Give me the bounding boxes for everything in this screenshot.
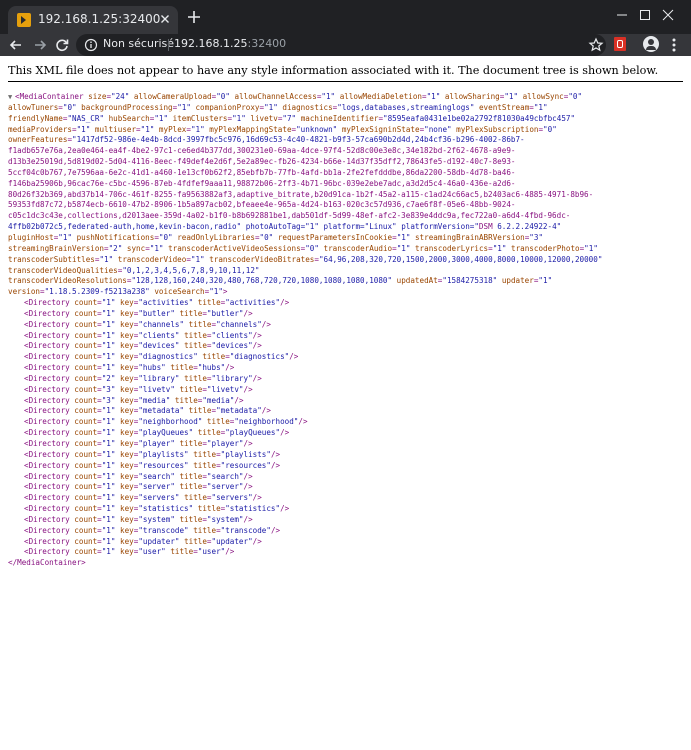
- xml-root-open-line: mediaProviders="1" multiuser="1" myPlex=…: [8, 124, 557, 134]
- forward-arrow-icon[interactable]: [32, 37, 48, 53]
- xml-directory-element: <Directory count="1" key="server" title=…: [24, 482, 253, 492]
- address-bar[interactable]: Non sécurisé 192.168.1.25:32400: [76, 34, 606, 56]
- xml-root-open-line: f1adb657e76a,2ea0e464-ea4f-4be2-97c1-ce6…: [8, 146, 516, 156]
- xml-root-open-line: ownerFeatures="1417df52-986e-4e4b-8dcd-3…: [8, 135, 525, 145]
- back-arrow-icon[interactable]: [8, 37, 24, 53]
- xml-directory-element: <Directory count="1" key="playlists" tit…: [24, 449, 281, 459]
- page-content: This XML file does not appear to have an…: [0, 56, 691, 750]
- tab-title: 192.168.1.25:32400: [38, 12, 161, 26]
- xml-root-close: </MediaContainer>: [8, 558, 86, 568]
- xml-directory-element: <Directory count="1" key="search" title=…: [24, 471, 253, 481]
- xml-directory-element: <Directory count="3" key="livetv" title=…: [24, 384, 253, 394]
- xml-root-open-line: 4ffb02b072c5,federated-auth,home,kevin-b…: [8, 222, 562, 232]
- xml-directory-element: <Directory count="1" key="updater" title…: [24, 536, 262, 546]
- xml-directory-element: <Directory count="1" key="hubs" title="h…: [24, 363, 235, 373]
- omnibox-divider: [168, 39, 169, 51]
- xml-root-open-line: ▼ <MediaContainer size="24" allowCameraUp…: [8, 92, 583, 101]
- xml-root-open-line: c05c1dc3c43e,collections,d2013aee-359d-4…: [8, 211, 571, 221]
- xml-directory-element: <Directory count="3" key="media" title="…: [24, 395, 244, 405]
- xml-directory-element: <Directory count="1" key="transcode" tit…: [24, 525, 281, 535]
- profile-avatar-icon[interactable]: [643, 36, 659, 52]
- info-icon[interactable]: [84, 38, 98, 52]
- xml-root-open-line: version="1.18.5.2309-f5213a238" voiceSea…: [8, 287, 228, 297]
- info-divider: [8, 81, 683, 82]
- browser-tab[interactable]: 192.168.1.25:32400: [8, 6, 178, 34]
- pdf-extension-icon[interactable]: [614, 37, 626, 51]
- collapse-toggle-icon[interactable]: ▼: [8, 92, 15, 101]
- xml-root-open-line: friendlyName="NAS_CR" hubSearch="1" item…: [8, 113, 576, 123]
- xml-tree: ▼ <MediaContainer size="24" allowCameraUp…: [8, 92, 602, 569]
- security-label[interactable]: Non sécurisé: [103, 37, 174, 50]
- xml-root-open-line: transcoderVideoQualities="0,1,2,3,4,5,6,…: [8, 265, 260, 275]
- xml-root-open-line: f146ba25906b,96cac76e-c5bc-4596-87eb-4fd…: [8, 178, 516, 188]
- xml-directory-element: <Directory count="1" key="resources" tit…: [24, 460, 281, 470]
- xml-root-open-line: 59353fd87c72,b5874ecb-6610-47b2-8906-1b5…: [8, 200, 516, 210]
- tab-strip: 192.168.1.25:32400: [0, 0, 691, 34]
- url-text[interactable]: 192.168.1.25:32400: [174, 37, 286, 50]
- url-port: :32400: [247, 37, 287, 50]
- xml-root-open-line: allowTuners="0" backgroundProcessing="1"…: [8, 102, 548, 112]
- xml-root-open-line: 5ccf04c0b767,7e7596aa-6e2c-41d1-a460-1e1…: [8, 167, 516, 177]
- xml-directory-element: <Directory count="1" key="playQueues" ti…: [24, 428, 290, 438]
- xml-directory-element: <Directory count="1" key="neighborhood" …: [24, 417, 308, 427]
- xml-root-open-line: pluginHost="1" pushNotifications="0" rea…: [8, 232, 544, 242]
- close-tab-icon[interactable]: [158, 12, 172, 26]
- new-tab-icon[interactable]: [186, 9, 202, 25]
- reload-icon[interactable]: [54, 37, 70, 53]
- xml-root-open-line: transcoderVideoResolutions="128,128,160,…: [8, 276, 553, 286]
- xml-directory-element: <Directory count="1" key="statistics" ti…: [24, 504, 290, 514]
- xml-directory-element: <Directory count="1" key="devices" title…: [24, 341, 262, 351]
- xml-directory-element: <Directory count="1" key="diagnostics" t…: [24, 352, 299, 362]
- xml-directory-element: <Directory count="1" key="metadata" titl…: [24, 406, 271, 416]
- xml-info-message: This XML file does not appear to have an…: [8, 64, 659, 77]
- xml-root-open-line: 80d26f32b369,abd37b14-706c-461f-8255-fa9…: [8, 189, 594, 199]
- url-host: 192.168.1.25: [174, 37, 248, 50]
- plex-favicon-icon: [17, 13, 31, 27]
- xml-directory-element: <Directory count="1" key="activities" ti…: [24, 298, 290, 308]
- close-window-icon[interactable]: [645, 0, 691, 30]
- xml-directory-element: <Directory count="2" key="library" title…: [24, 373, 262, 383]
- bookmark-star-icon[interactable]: [588, 37, 604, 53]
- xml-root-open-line: d13b3e25019d,5d819d02-5d04-4116-8eec-f49…: [8, 157, 516, 167]
- menu-kebab-icon[interactable]: [672, 37, 676, 53]
- xml-directory-element: <Directory count="1" key="butler" title=…: [24, 308, 253, 318]
- xml-root-open-line: streamingBrainVersion="2" sync="1" trans…: [8, 243, 598, 253]
- xml-directory-element: <Directory count="1" key="user" title="u…: [24, 547, 235, 557]
- xml-directory-element: <Directory count="1" key="servers" title…: [24, 493, 262, 503]
- xml-directory-element: <Directory count="1" key="system" title=…: [24, 514, 253, 524]
- xml-directory-element: <Directory count="1" key="clients" title…: [24, 330, 262, 340]
- xml-directory-element: <Directory count="1" key="channels" titl…: [24, 319, 271, 329]
- xml-directory-element: <Directory count="1" key="player" title=…: [24, 439, 253, 448]
- xml-root-open-line: transcoderSubtitles="1" transcoderVideo=…: [8, 254, 603, 264]
